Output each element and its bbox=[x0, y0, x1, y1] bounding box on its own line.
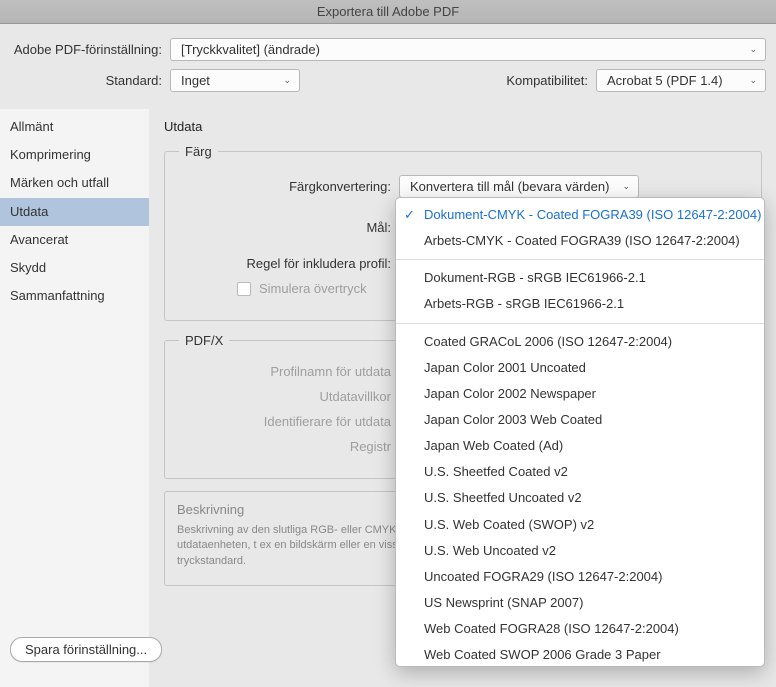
sidebar-item[interactable]: Skydd bbox=[0, 254, 149, 282]
save-preset-button[interactable]: Spara förinställning... bbox=[10, 637, 162, 662]
preset-select[interactable]: [Tryckkvalitet] (ändrade) ⌄ bbox=[170, 38, 766, 61]
pdfx-row-label: Utdatavillkor bbox=[179, 389, 399, 404]
menu-item[interactable]: US Newsprint (SNAP 2007) bbox=[396, 590, 764, 616]
preset-value: [Tryckkvalitet] (ändrade) bbox=[181, 42, 320, 57]
standard-select[interactable]: Inget ⌄ bbox=[170, 69, 300, 92]
menu-separator bbox=[396, 323, 764, 324]
menu-item[interactable]: Japan Color 2001 Uncoated bbox=[396, 355, 764, 381]
save-preset-label: Spara förinställning... bbox=[25, 642, 147, 657]
sidebar-item[interactable]: Avancerat bbox=[0, 226, 149, 254]
color-legend: Färg bbox=[179, 144, 218, 159]
description-text: Beskrivning av den slutliga RGB- eller C… bbox=[177, 523, 407, 569]
menu-item[interactable]: Arbets-CMYK - Coated FOGRA39 (ISO 12647-… bbox=[396, 228, 764, 254]
menu-item[interactable]: Japan Color 2003 Web Coated bbox=[396, 407, 764, 433]
pdfx-row-label: Registr bbox=[179, 439, 399, 454]
menu-item[interactable]: Web Coated FOGRA28 (ISO 12647-2:2004) bbox=[396, 616, 764, 642]
menu-item[interactable]: Japan Web Coated (Ad) bbox=[396, 433, 764, 459]
window-title: Exportera till Adobe PDF bbox=[317, 4, 459, 19]
pdfx-legend: PDF/X bbox=[179, 333, 229, 348]
target-dropdown-menu[interactable]: Dokument-CMYK - Coated FOGRA39 (ISO 1264… bbox=[395, 197, 765, 667]
top-section: Adobe PDF-förinställning: [Tryckkvalitet… bbox=[0, 24, 776, 109]
title-bar: Exportera till Adobe PDF bbox=[0, 0, 776, 24]
compat-label: Kompatibilitet: bbox=[506, 73, 596, 88]
menu-item[interactable]: U.S. Web Coated (SWOP) v2 bbox=[396, 512, 764, 538]
menu-separator bbox=[396, 259, 764, 260]
menu-item[interactable]: U.S. Web Uncoated v2 bbox=[396, 538, 764, 564]
sidebar-item[interactable]: Utdata bbox=[0, 198, 149, 226]
simulate-label: Simulera övertryck bbox=[259, 281, 367, 296]
menu-item[interactable]: Coated GRACoL 2006 (ISO 12647-2:2004) bbox=[396, 329, 764, 355]
sidebar-item[interactable]: Allmänt bbox=[0, 113, 149, 141]
standard-value: Inget bbox=[181, 73, 210, 88]
menu-item[interactable]: Dokument-CMYK - Coated FOGRA39 (ISO 1264… bbox=[396, 202, 764, 228]
menu-item[interactable]: Dokument-RGB - sRGB IEC61966-2.1 bbox=[396, 265, 764, 291]
chevron-down-icon: ⌄ bbox=[749, 76, 757, 85]
sidebar-item[interactable]: Sammanfattning bbox=[0, 282, 149, 310]
compat-value: Acrobat 5 (PDF 1.4) bbox=[607, 73, 723, 88]
menu-item[interactable]: U.S. Sheetfed Coated v2 bbox=[396, 459, 764, 485]
profile-rule-label: Regel för inkludera profil: bbox=[179, 256, 399, 271]
target-label: Mål: bbox=[179, 220, 399, 235]
pdfx-row-label: Identifierare för utdata bbox=[179, 414, 399, 429]
sidebar: AllmäntKomprimeringMärken och utfallUtda… bbox=[0, 109, 150, 687]
panel-heading: Utdata bbox=[164, 119, 762, 134]
menu-item[interactable]: Web Coated SWOP 2006 Grade 3 Paper bbox=[396, 642, 764, 667]
simulate-overprint-checkbox: Simulera övertryck bbox=[237, 281, 367, 296]
chevron-down-icon: ⌄ bbox=[622, 182, 630, 191]
compat-select[interactable]: Acrobat 5 (PDF 1.4) ⌄ bbox=[596, 69, 766, 92]
conversion-select[interactable]: Konvertera till mål (bevara värden) ⌄ bbox=[399, 175, 639, 198]
pdfx-row-label: Profilnamn för utdata bbox=[179, 364, 399, 379]
menu-item[interactable]: Arbets-RGB - sRGB IEC61966-2.1 bbox=[396, 291, 764, 317]
sidebar-item[interactable]: Märken och utfall bbox=[0, 169, 149, 197]
preset-label: Adobe PDF-förinställning: bbox=[10, 42, 170, 57]
checkbox-box bbox=[237, 282, 251, 296]
menu-item[interactable]: Japan Color 2002 Newspaper bbox=[396, 381, 764, 407]
sidebar-item[interactable]: Komprimering bbox=[0, 141, 149, 169]
menu-item[interactable]: U.S. Sheetfed Uncoated v2 bbox=[396, 485, 764, 511]
conversion-label: Färgkonvertering: bbox=[179, 179, 399, 194]
chevron-down-icon: ⌄ bbox=[749, 45, 757, 54]
standard-label: Standard: bbox=[10, 73, 170, 88]
menu-item[interactable]: Uncoated FOGRA29 (ISO 12647-2:2004) bbox=[396, 564, 764, 590]
conversion-value: Konvertera till mål (bevara värden) bbox=[410, 179, 609, 194]
chevron-down-icon: ⌄ bbox=[283, 76, 291, 85]
